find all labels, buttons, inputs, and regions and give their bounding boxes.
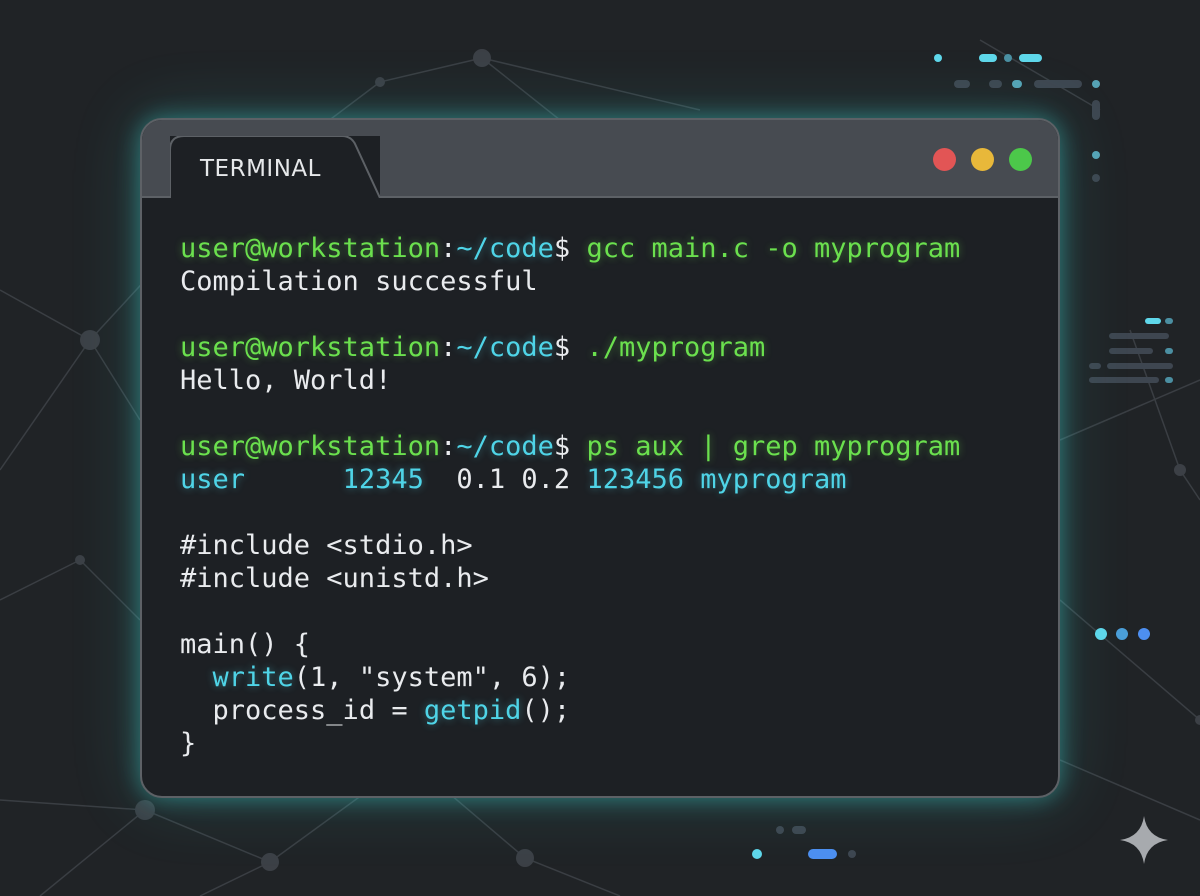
prompt-separator: : bbox=[440, 332, 457, 363]
code-args: (1, "system", 6); bbox=[293, 662, 571, 693]
ps-pid: 12345 bbox=[342, 464, 424, 495]
sparkle-icon bbox=[1120, 816, 1168, 864]
code-assign: process_id = bbox=[212, 695, 424, 726]
prompt-symbol: $ bbox=[553, 332, 571, 363]
ps-command: myprogram bbox=[700, 464, 847, 495]
code-line: #include <stdio.h> bbox=[180, 530, 473, 561]
code-line: #include <unistd.h> bbox=[180, 563, 489, 594]
command-line-3: user@workstation:~/code$ ps aux | grep m… bbox=[180, 430, 1038, 463]
ps-vsz: 123456 bbox=[586, 464, 684, 495]
prompt-separator: : bbox=[440, 233, 457, 264]
close-button[interactable] bbox=[933, 148, 956, 171]
maximize-button[interactable] bbox=[1009, 148, 1032, 171]
prompt-path: ~/code bbox=[456, 332, 554, 363]
code-line: process_id = getpid(); bbox=[180, 694, 1038, 727]
terminal-window: TERMINAL user@workstation:~/code$ gcc ma… bbox=[140, 118, 1060, 798]
command-text: gcc main.c -o myprogram bbox=[586, 233, 961, 264]
terminal-output[interactable]: user@workstation:~/code$ gcc main.c -o m… bbox=[180, 232, 1038, 760]
code-function: write bbox=[212, 662, 294, 693]
tab-terminal[interactable]: TERMINAL bbox=[170, 136, 380, 198]
command-text: ps aux | grep myprogram bbox=[586, 431, 961, 462]
code-line: write(1, "system", 6); bbox=[180, 661, 1038, 694]
output-line: Hello, World! bbox=[180, 365, 392, 396]
prompt-user: user@workstation bbox=[180, 332, 441, 363]
prompt-path: ~/code bbox=[456, 233, 554, 264]
prompt-symbol: $ bbox=[553, 233, 571, 264]
title-bar: TERMINAL bbox=[142, 120, 1058, 198]
ps-user: user bbox=[180, 464, 246, 495]
tab-label: TERMINAL bbox=[200, 156, 321, 182]
code-line: } bbox=[180, 728, 197, 759]
prompt-user: user@workstation bbox=[180, 233, 441, 264]
code-line: main() { bbox=[180, 629, 311, 660]
output-line: Compilation successful bbox=[180, 266, 538, 297]
code-call-end: (); bbox=[521, 695, 571, 726]
command-line-2: user@workstation:~/code$ ./myprogram bbox=[180, 331, 1038, 364]
prompt-symbol: $ bbox=[553, 431, 571, 462]
prompt-separator: : bbox=[440, 431, 457, 462]
command-line-1: user@workstation:~/code$ gcc main.c -o m… bbox=[180, 232, 1038, 265]
command-text: ./myprogram bbox=[586, 332, 766, 363]
ps-output-line: user 12345 0.1 0.2 123456 myprogram bbox=[180, 463, 1038, 496]
code-function: getpid bbox=[423, 695, 522, 726]
ps-cpu-mem: 0.1 0.2 bbox=[456, 464, 571, 495]
prompt-user: user@workstation bbox=[180, 431, 441, 462]
window-controls bbox=[933, 148, 1032, 171]
minimize-button[interactable] bbox=[971, 148, 994, 171]
prompt-path: ~/code bbox=[456, 431, 554, 462]
